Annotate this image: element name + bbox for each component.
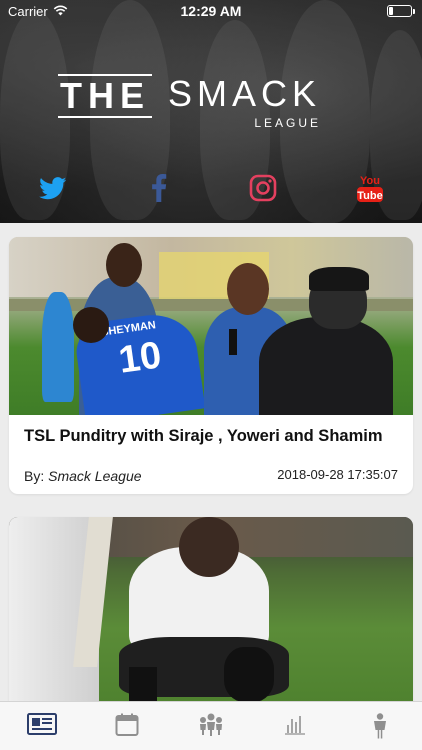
stats-icon [284, 713, 306, 740]
svg-text:You: You [360, 175, 380, 187]
tab-news[interactable] [0, 702, 84, 750]
svg-text:Tube: Tube [357, 190, 382, 202]
tab-player[interactable] [338, 702, 422, 750]
player-icon [371, 713, 389, 744]
news-card[interactable]: SHEYMAN 10 TSL Punditry with Siraje , Yo… [9, 237, 413, 494]
tab-bar [0, 701, 422, 750]
author-prefix: By: [24, 468, 45, 484]
header-banner: Carrier 12:29 AM THE SMACK LEAGUE You Tu… [0, 0, 422, 223]
status-bar: Carrier 12:29 AM [0, 0, 422, 22]
battery-icon [387, 5, 415, 17]
news-author: By: Smack League [24, 468, 142, 484]
news-card[interactable] [9, 517, 413, 702]
author-name: Smack League [48, 468, 142, 484]
logo-league: LEAGUE [254, 116, 322, 130]
facebook-icon[interactable] [143, 172, 175, 204]
calendar-icon [115, 713, 139, 742]
instagram-icon[interactable] [247, 172, 279, 204]
youtube-icon[interactable]: You Tube [353, 172, 387, 204]
tab-stats[interactable] [253, 702, 337, 750]
news-icon [27, 713, 58, 740]
tab-calendar[interactable] [84, 702, 168, 750]
tab-teams[interactable] [169, 702, 253, 750]
logo-the: THE [58, 74, 152, 118]
twitter-icon[interactable] [37, 172, 69, 204]
teams-icon [198, 713, 224, 742]
news-title: TSL Punditry with Siraje , Yoweri and Sh… [24, 427, 383, 445]
news-date: 2018-09-28 17:35:07 [277, 467, 398, 482]
logo-smack: SMACK [168, 73, 322, 114]
news-photo [9, 517, 413, 702]
status-time: 12:29 AM [180, 3, 242, 19]
app-logo: THE SMACK LEAGUE [58, 74, 321, 130]
jersey-number: 10 [116, 334, 164, 382]
news-photo: SHEYMAN 10 [9, 237, 413, 415]
